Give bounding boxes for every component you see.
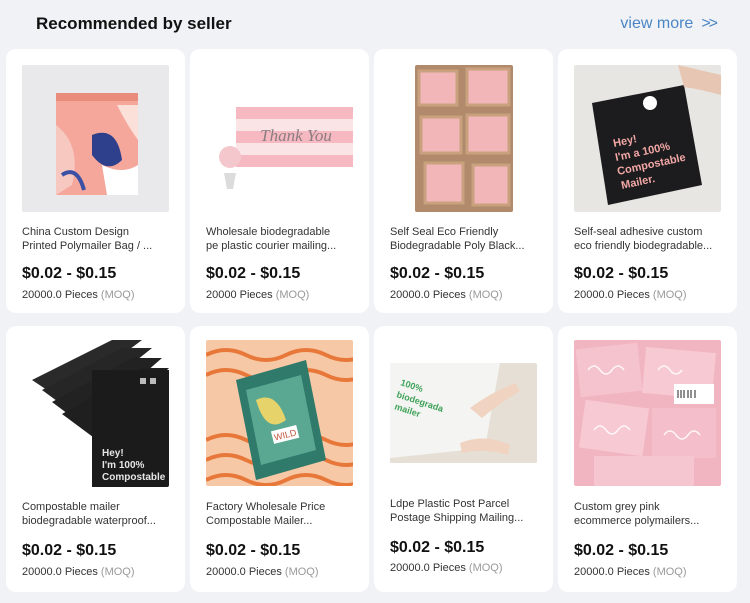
svg-text:Compostable: Compostable	[102, 472, 166, 483]
product-price: $0.02 - $0.15	[390, 265, 485, 282]
product-card[interactable]: Hey! I'm a 100% Compostable Mailer. Self…	[558, 49, 737, 313]
product-card[interactable]: Thank You Wholesale biodegradable pe plas…	[190, 49, 369, 313]
product-card[interactable]: Hey! I'm 100% Compostable Compostable ma…	[6, 326, 185, 592]
product-card[interactable]: WILD Factory Wholesale Price Compostable …	[190, 326, 369, 592]
svg-text:Hey!: Hey!	[102, 448, 124, 459]
svg-text:I'm 100%: I'm 100%	[102, 460, 145, 471]
product-price: $0.02 - $0.15	[574, 542, 669, 559]
product-moq: 20000.0 Pieces (MOQ)	[22, 289, 135, 301]
product-image-thank-you-stripe-mailer[interactable]: Thank You	[206, 65, 353, 212]
product-image-pink-abstract-mailer[interactable]	[22, 65, 169, 212]
product-image-clear-green-print-mailer[interactable]: 100% biodegrada mailer	[390, 363, 537, 463]
product-card[interactable]: China Custom Design Printed Polymailer Ba…	[6, 49, 185, 313]
product-moq: 20000.0 Pieces (MOQ)	[206, 566, 319, 578]
product-price: $0.02 - $0.15	[22, 542, 117, 559]
product-name[interactable]: Compostable mailer biodegradable waterpro…	[22, 500, 172, 528]
product-moq: 20000 Pieces (MOQ)	[206, 289, 310, 301]
view-more-label: view more	[620, 15, 694, 32]
product-image-black-mailer-stack[interactable]: Hey! I'm 100% Compostable	[22, 340, 169, 487]
product-card[interactable]: Self Seal Eco Friendly Biodegradable Poly…	[374, 49, 553, 313]
product-image-pink-mailers-in-boxes[interactable]	[415, 65, 513, 212]
double-chevron-right-icon: >>	[701, 15, 718, 32]
product-name[interactable]: Custom grey pink ecommerce polymailers...	[574, 500, 724, 528]
product-price: $0.02 - $0.15	[390, 539, 485, 556]
product-card[interactable]: Custom grey pink ecommerce polymailers...…	[558, 326, 737, 592]
product-name[interactable]: Self-seal adhesive custom eco friendly bi…	[574, 225, 724, 253]
product-moq: 20000.0 Pieces (MOQ)	[574, 289, 687, 301]
view-more-link[interactable]: view more >>	[620, 15, 718, 33]
product-name[interactable]: Self Seal Eco Friendly Biodegradable Poly…	[390, 225, 540, 253]
product-image-pink-script-mailers[interactable]	[574, 340, 721, 486]
product-moq: 20000.0 Pieces (MOQ)	[390, 289, 503, 301]
product-name[interactable]: Factory Wholesale Price Compostable Maile…	[206, 500, 356, 528]
product-card[interactable]: 100% biodegrada mailer Ldpe Plastic Post…	[374, 326, 553, 592]
product-price: $0.02 - $0.15	[206, 265, 301, 282]
product-price: $0.02 - $0.15	[206, 542, 301, 559]
product-moq: 20000.0 Pieces (MOQ)	[22, 566, 135, 578]
product-moq: 20000.0 Pieces (MOQ)	[574, 566, 687, 578]
product-image-orange-wave-mailer[interactable]: WILD	[206, 340, 353, 486]
section-title: Recommended by seller	[36, 14, 232, 33]
svg-text:Thank You: Thank You	[260, 126, 332, 145]
product-name[interactable]: Wholesale biodegradable pe plastic courie…	[206, 225, 356, 253]
product-price: $0.02 - $0.15	[574, 265, 669, 282]
product-price: $0.02 - $0.15	[22, 265, 117, 282]
product-moq: 20000.0 Pieces (MOQ)	[390, 562, 503, 574]
product-name[interactable]: Ldpe Plastic Post Parcel Postage Shipping…	[390, 497, 540, 525]
product-image-black-compostable-mailer[interactable]: Hey! I'm a 100% Compostable Mailer.	[574, 65, 721, 212]
section-header: Recommended by seller view more >>	[0, 0, 750, 48]
product-name[interactable]: China Custom Design Printed Polymailer Ba…	[22, 225, 172, 253]
